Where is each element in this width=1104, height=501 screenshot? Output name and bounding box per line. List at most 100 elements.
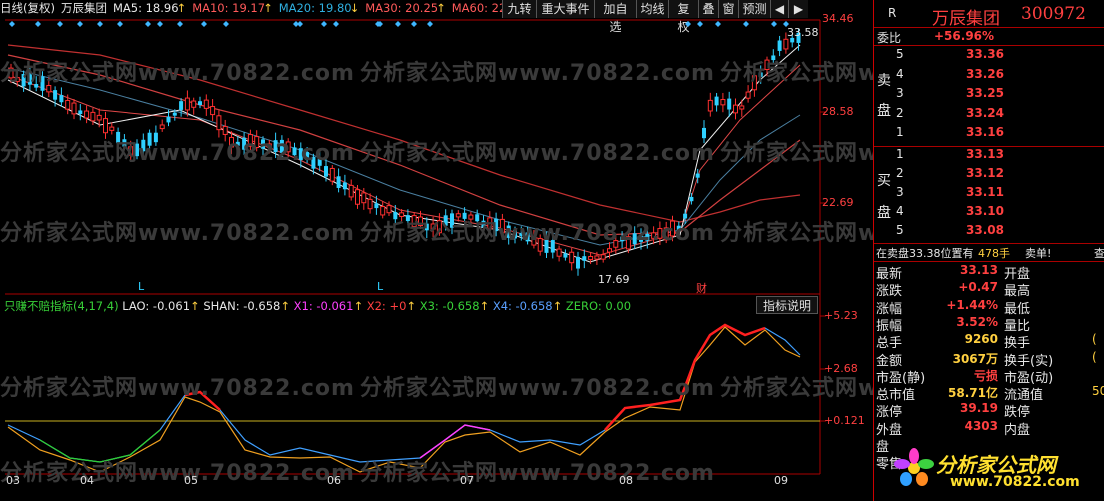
stat-label: 内盘 — [1004, 422, 1031, 438]
buy-level: 4 — [896, 204, 904, 218]
finance-marker[interactable]: 财 — [696, 280, 707, 296]
quote-stat-row: 市盈(静) 亏损 市盈(动) — [874, 367, 1104, 386]
candle-down — [582, 256, 587, 261]
candle-down — [122, 139, 127, 147]
candle-down — [324, 166, 328, 177]
candle-up — [594, 255, 600, 260]
candle-down — [311, 156, 316, 169]
candle-down — [27, 73, 32, 85]
stat-label: 振幅 — [876, 318, 903, 334]
candle-down — [544, 239, 549, 253]
candle-up — [285, 141, 291, 153]
candle-down — [777, 40, 782, 51]
candle-down — [645, 233, 650, 241]
candle-down — [342, 182, 347, 190]
signal-marker-icon — [685, 21, 691, 27]
candle-up — [128, 146, 134, 156]
event-marker[interactable]: L — [138, 280, 144, 293]
candle-down — [34, 84, 39, 88]
sell-level-row[interactable]: 5 33.36 — [874, 47, 1104, 64]
x2-value: X2: +0 — [366, 299, 407, 313]
candle-up — [71, 102, 77, 115]
stat-value: 3.52% — [956, 314, 998, 329]
candle-up — [361, 192, 367, 204]
stat-label: 总市值 — [876, 388, 916, 404]
candle-up — [159, 124, 165, 130]
candle-down — [317, 158, 322, 166]
candle-down — [758, 72, 763, 77]
signal-marker-icon — [97, 21, 103, 27]
candle-down — [563, 253, 568, 258]
candle-up — [65, 100, 71, 110]
signal-marker-icon — [743, 21, 749, 27]
stat-label: 总手 — [876, 336, 903, 352]
buy-level-row[interactable]: 5 33.08 — [874, 223, 1104, 240]
date-tick: 07 — [460, 474, 474, 487]
candle-down — [519, 232, 524, 236]
stat-value: ( — [1092, 349, 1097, 364]
candle-up — [670, 220, 675, 237]
candle-up — [96, 114, 102, 121]
buy-level-row[interactable]: 4 33.10 — [874, 204, 1104, 221]
candle-up — [600, 254, 606, 260]
price-tick: 28.58 — [822, 105, 854, 118]
candle-down — [695, 173, 700, 178]
candle-up — [651, 232, 657, 239]
buy-level-row[interactable]: 2 33.12 — [874, 166, 1104, 183]
candle-down — [443, 215, 448, 226]
sell-level-row[interactable]: 1 33.16 — [874, 125, 1104, 142]
candle-up — [90, 111, 96, 122]
ma10-line — [7, 64, 801, 256]
quote-panel: R 万辰集团 300972 委比 +56.96% 卖 盘 5 33.36 4 3… — [873, 0, 1104, 501]
candle-up — [663, 227, 669, 241]
candle-up — [84, 110, 90, 119]
stat-value: +1.44% — [946, 297, 998, 312]
candle-down — [424, 223, 429, 231]
quote-stat-row: 外盘 4303 内盘 — [874, 419, 1104, 438]
panel-stock-name: 万辰集团 — [932, 9, 1000, 29]
quote-stat-row: 总手 9260 换手 ( — [874, 332, 1104, 352]
buy-level-row[interactable]: 3 33.11 — [874, 185, 1104, 202]
candle-down — [639, 235, 643, 242]
x3-line — [39, 429, 161, 463]
notice-more[interactable]: 查 — [1094, 245, 1104, 261]
candle-up — [216, 115, 222, 131]
indicator-title[interactable]: 只赚不赔指标(4,17,4) — [4, 299, 119, 313]
high-price-label: 33.58 — [787, 26, 819, 39]
notice-row[interactable]: 在卖盘33.38位置有 478手 卖单! 查 — [874, 245, 1104, 262]
candle-down — [632, 233, 637, 245]
notice-action: 卖单! — [1025, 247, 1052, 260]
candle-down — [273, 140, 278, 153]
candle-up — [569, 251, 575, 264]
candle-up — [487, 217, 493, 230]
sell-level-row[interactable]: 2 33.24 — [874, 106, 1104, 123]
candle-up — [537, 238, 543, 252]
date-axis: 03 04 05 06 07 08 09 — [0, 474, 820, 488]
buy-price: 33.10 — [966, 204, 1004, 218]
stat-label: 涨跌 — [876, 284, 903, 300]
candle-up — [625, 236, 631, 250]
candle-up — [355, 189, 360, 205]
buy-level: 5 — [896, 223, 904, 237]
candle-up — [329, 167, 335, 182]
candle-down — [714, 96, 719, 106]
candle-up — [499, 218, 505, 234]
candle-up — [14, 77, 20, 83]
candle-down — [771, 55, 776, 61]
event-marker[interactable]: L — [377, 280, 383, 293]
signal-marker-icon — [321, 21, 327, 27]
price-tick: 34.46 — [822, 12, 854, 25]
date-tick: 05 — [184, 474, 198, 487]
flower-logo-icon — [894, 448, 934, 488]
buy-level-row[interactable]: 1 33.13 — [874, 147, 1104, 164]
candle-down — [374, 203, 379, 209]
sell-level-row[interactable]: 3 33.25 — [874, 86, 1104, 103]
signal-marker-icon — [297, 21, 303, 27]
candle-up — [436, 220, 442, 234]
sell-level: 4 — [896, 66, 904, 81]
sell-level-row[interactable]: 4 33.26 — [874, 67, 1104, 84]
indicator-help-button[interactable]: 指标说明 — [756, 296, 818, 314]
candle-down — [21, 74, 26, 87]
candle-down — [513, 229, 517, 239]
candle-up — [751, 75, 757, 91]
